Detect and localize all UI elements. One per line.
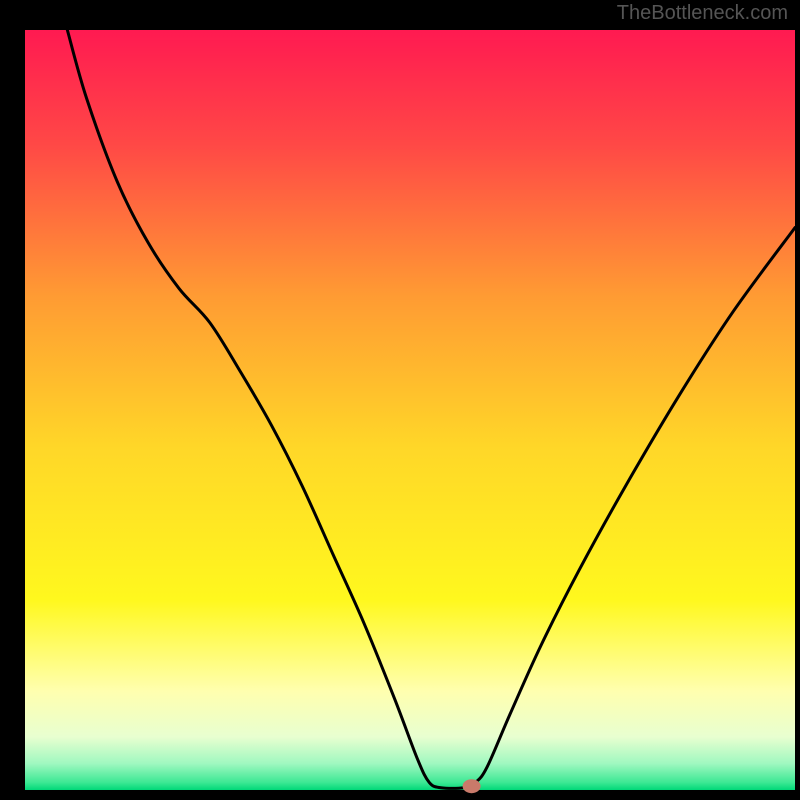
bottleneck-chart — [0, 0, 800, 800]
attribution-label: TheBottleneck.com — [617, 2, 788, 25]
chart-container: TheBottleneck.com — [0, 0, 800, 800]
plot-background — [25, 30, 795, 790]
optimal-marker — [463, 779, 481, 793]
